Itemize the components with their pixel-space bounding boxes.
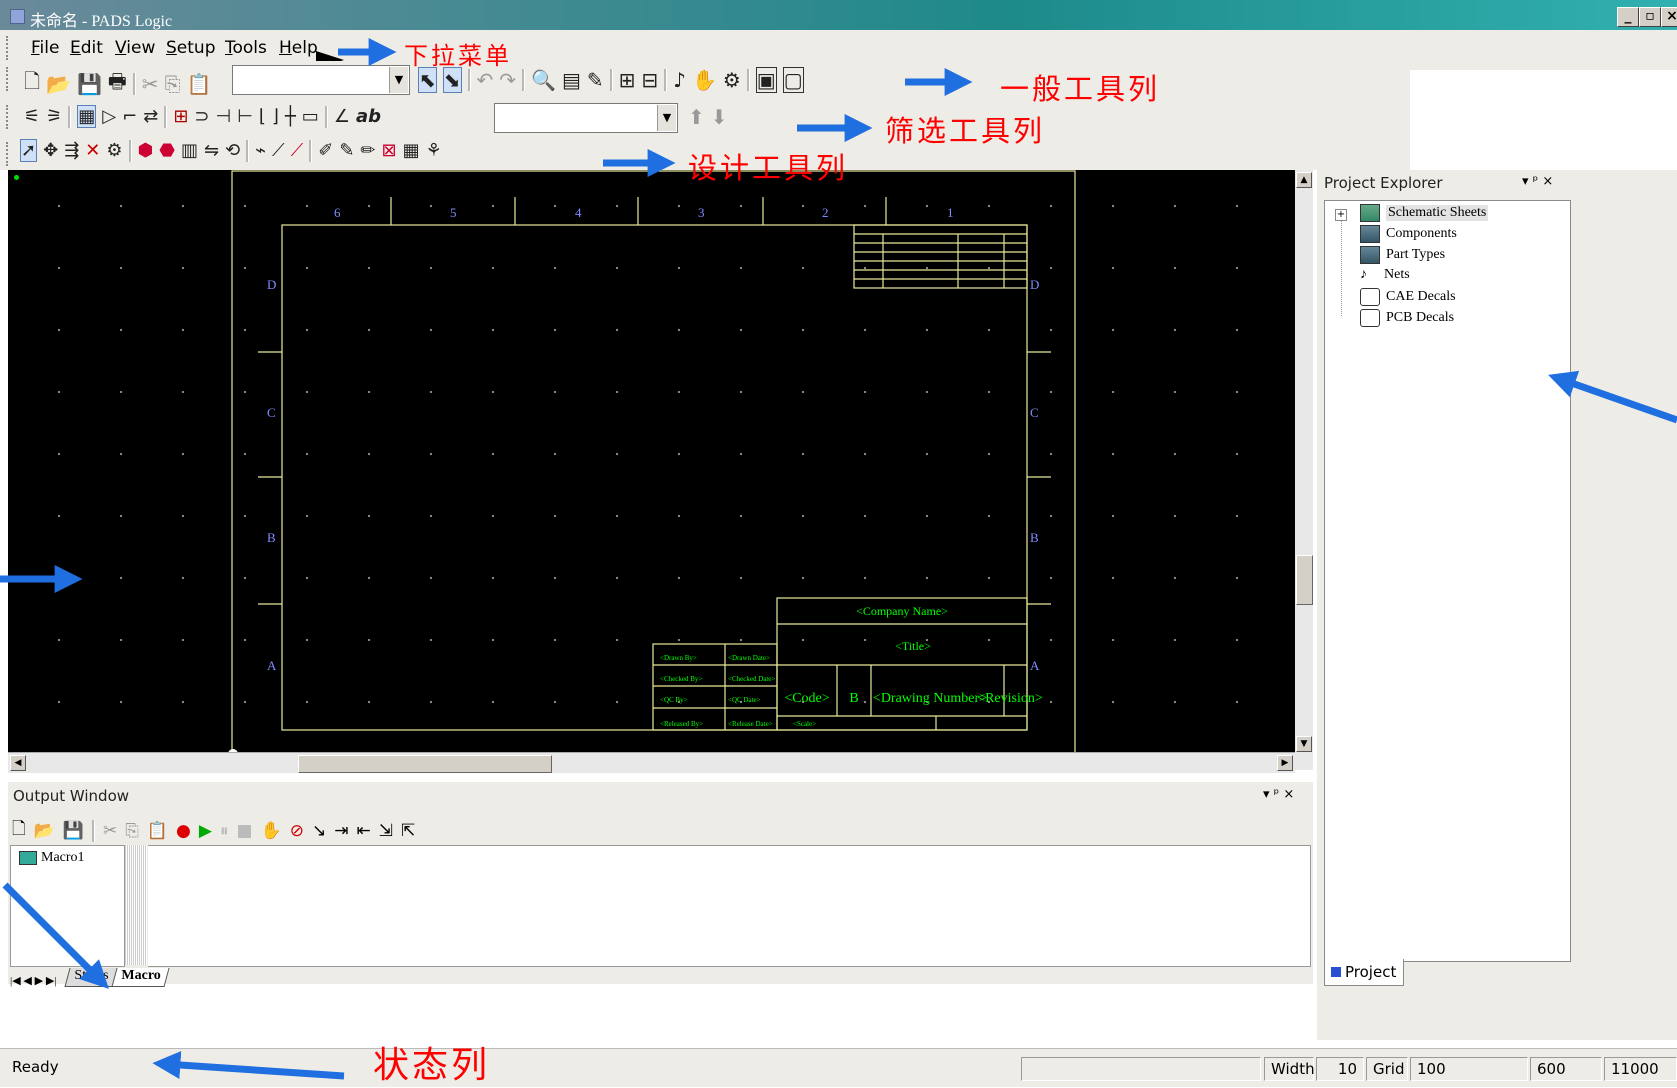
arrow-icon	[2, 882, 109, 989]
pads-logic-window: 未命名 - PADS Logic _ ▫ × File Edit View Se…	[0, 0, 1677, 1087]
arrow-icon	[1548, 370, 1677, 424]
annotation-arrows	[0, 38, 1677, 1080]
arrow-icon	[152, 1051, 345, 1080]
